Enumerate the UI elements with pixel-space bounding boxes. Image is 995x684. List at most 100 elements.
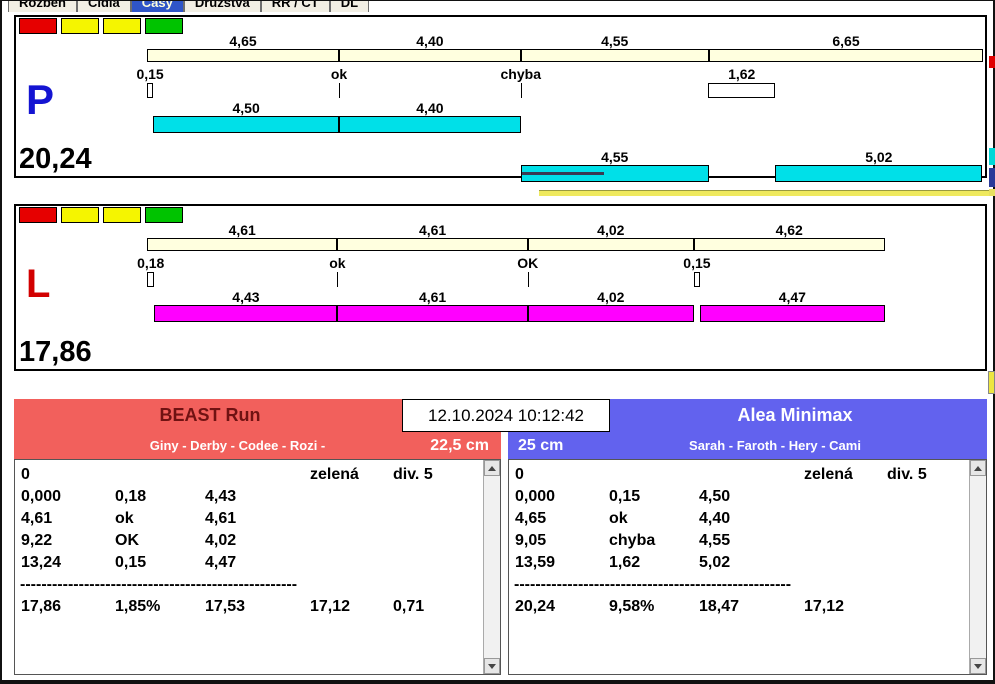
team-panel-right: Alea Minimax Sarah - Faroth - Hery - Cam… [508,399,987,675]
result-cell: OK [115,532,139,549]
result-cell: 0,000 [515,488,556,505]
run-bar [527,305,694,322]
results-box-right: 0 zelená div. 5 0,000 0,15 4,50 4,65 ok 4,40 9,05… [508,459,987,675]
result-cell: 0,000 [21,488,62,505]
marker-label: 0,15 [683,255,711,271]
split-time-label: 4,61 [418,222,447,238]
marker-label: OK [517,255,539,271]
result-cell: 4,61 [205,510,237,527]
marker-row [147,272,982,289]
timing-chart-p: 4,65 4,40 4,55 6,65 0,15 ok chyba 1,62 4,50 4,40 4… [136,33,984,182]
lane-total-time-l: 17,86 [19,336,92,368]
marker-tick [520,83,522,98]
status-light [145,207,183,223]
run-time-label: 4,61 [418,289,447,305]
result-cell: ok [609,510,628,527]
scroll-down-button[interactable] [970,658,986,674]
scrollbar[interactable] [969,460,986,674]
status-light [103,207,141,223]
scoreboard: BEAST Run Giny - Derby - Codee - Rozi - … [14,399,987,675]
timing-chart-l: 4,61 4,61 4,02 4,62 0,18 ok OK 0,15 4,43 4,61 4,02… [137,222,982,369]
scroll-up-button[interactable] [484,460,500,476]
result-cell: 4,43 [205,488,237,505]
result-cell: 0 [515,466,524,483]
window-edge-artifact [989,189,995,196]
result-cell: 0 [21,466,30,483]
team-panel-left: BEAST Run Giny - Derby - Codee - Rozi - … [14,399,501,675]
marker-tick [527,272,529,287]
lane-total-time-p: 20,24 [19,143,92,175]
result-cell: 20,24 [515,598,556,615]
scroll-down-button[interactable] [484,658,500,674]
split-segment [693,238,885,251]
split-time-label: 4,02 [597,222,625,238]
tab-5[interactable]: RR / ČT [260,1,330,12]
lane-letter-l: L [26,262,51,306]
result-cell: 9,05 [515,532,547,549]
team-dogs-row: Giny - Derby - Codee - Rozi - 22,5 cm [14,432,501,459]
result-cell: 0,15 [609,488,641,505]
status-lights [19,18,183,34]
tab-1[interactable]: Rozběh [8,1,77,12]
team-name: BEAST Run [159,405,261,425]
run-bar [153,116,340,133]
result-cell: 17,12 [310,598,351,615]
run-bar [700,305,885,322]
result-row: 9,22 OK 4,02 [15,530,483,552]
run-bar [337,305,528,322]
result-row: 13,59 1,62 5,02 [509,552,969,574]
split-time-label: 4,65 [229,33,257,49]
separator-row: ----------------------------------------… [514,576,792,593]
fault-box [147,83,154,98]
tab-4[interactable]: Družstva [183,1,261,12]
team-dogs: Sarah - Faroth - Hery - Cami [689,438,861,453]
result-cell: 13,59 [515,554,556,571]
result-cell: 4,65 [515,510,547,527]
tab-bar: Rozběh Čidla Časy Družstva RR / ČT DL [8,1,370,12]
run-bar-row [147,305,982,322]
scrollbar[interactable] [483,460,500,674]
team-name: Alea Minimax [737,405,853,425]
status-light [19,18,57,34]
result-cell: zelená [804,466,853,483]
tab-6[interactable]: DL [329,1,370,12]
split-time-label: 4,55 [601,33,629,49]
result-row: 4,61 ok 4,61 [15,508,483,530]
result-row: 0,000 0,18 4,43 [15,486,483,508]
fault-box [693,272,700,287]
split-segment [147,49,340,62]
result-cell: chyba [609,532,656,549]
tab-3[interactable]: Časy [130,1,184,12]
status-light [61,18,99,34]
status-light [103,18,141,34]
result-cell: 4,40 [699,510,731,527]
summary-row: 20,24 9,58% 18,47 17,12 [509,596,969,618]
marker-label-row: 0,15 ok chyba 1,62 [136,66,982,84]
run-bar [154,305,338,322]
marker-label: 0,15 [136,66,164,82]
tab-2[interactable]: Čidla [76,1,131,12]
lane-letter-p: P [26,76,55,123]
marker-label: ok [330,66,348,82]
marker-label: 1,62 [728,66,756,82]
scroll-up-button[interactable] [970,460,986,476]
fault-box [708,83,776,98]
result-cell: ok [115,510,134,527]
timing-panel-l: L 17,86 4,61 4,61 4,02 4,62 0,18 ok OK 0,15 4,43… [14,204,987,371]
status-light [145,18,183,34]
window-edge-artifact [989,168,995,187]
result-cell: 4,47 [205,554,237,571]
result-cell: div. 5 [393,466,433,483]
run-bar-row [147,116,982,133]
result-cell: 9,22 [21,532,53,549]
split-bar [147,238,982,255]
marker-label: chyba [500,66,541,82]
yellow-strip-artifact [539,190,989,196]
result-cell: 0,18 [115,488,147,505]
result-cell: 17,12 [804,598,845,615]
result-cell: zelená [310,466,359,483]
results-box-left: 0 zelená div. 5 0,000 0,18 4,43 4,61 ok 4,61 9,22… [14,459,501,675]
result-cell: 0,71 [393,598,425,615]
marker-row [147,83,982,100]
result-cell: 0,15 [115,554,147,571]
